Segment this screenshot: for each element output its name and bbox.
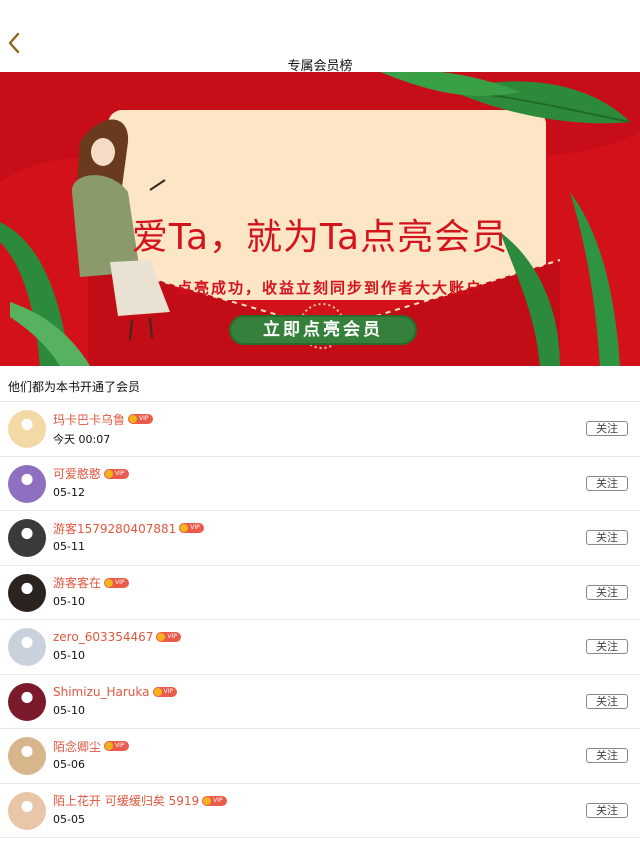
crown-icon <box>203 796 212 805</box>
follow-button[interactable]: 关注 <box>586 584 628 600</box>
member-name-line: 游客客在 VIP <box>53 574 129 592</box>
vip-badge: VIP <box>128 414 153 424</box>
member-name-line: 可爱憨憨 VIP <box>53 465 129 483</box>
vip-badge: VIP <box>104 741 129 751</box>
member-name[interactable]: 游客客在 <box>53 574 101 591</box>
member-date: 05-10 <box>53 594 85 608</box>
member-date: 05-12 <box>53 485 85 499</box>
banner-headline: 爱Ta，就为Ta点亮会员 <box>131 217 509 258</box>
vip-label: VIP <box>115 578 125 586</box>
vip-badge: VIP <box>179 523 204 533</box>
member-date: 05-11 <box>53 540 85 553</box>
follow-button[interactable]: 关注 <box>586 639 628 654</box>
member-name[interactable]: zero_603354467 <box>53 630 153 644</box>
crown-icon <box>180 524 189 532</box>
member-name[interactable]: 陌念卿尘 <box>53 738 101 755</box>
member-date: 今天 00:07 <box>53 433 111 446</box>
back-button[interactable] <box>4 30 26 56</box>
vip-label: VIP <box>115 469 125 477</box>
member-name-line: 陌念卿尘 VIP <box>53 737 129 755</box>
vip-badge: VIP <box>104 468 129 479</box>
chevron-left-icon <box>8 32 20 54</box>
vip-label: VIP <box>163 687 174 695</box>
crown-icon <box>105 742 114 750</box>
vip-badge: VIP <box>202 795 227 806</box>
vip-badge: VIP <box>156 632 181 642</box>
member-list: 玛卡巴卡乌鲁 VIP 今天 00:07 关注 可爱憨憨 VIP 05-12 关注… <box>0 402 640 838</box>
crown-icon <box>105 578 114 587</box>
member-row[interactable]: 可爱憨憨 VIP 05-12 关注 <box>0 457 640 511</box>
banner-subtitle: 点亮成功，收益立刻同步到作者大大账户 <box>176 279 483 297</box>
member-name-line: 玛卡巴卡乌鲁 VIP <box>53 410 153 428</box>
crown-icon <box>129 415 138 423</box>
follow-button[interactable]: 关注 <box>586 693 628 709</box>
avatar[interactable] <box>8 519 46 557</box>
member-date: 05-10 <box>53 703 85 717</box>
follow-button[interactable]: 关注 <box>586 475 628 491</box>
member-date: 05-10 <box>53 649 85 662</box>
member-name-line: 游客1579280407881 VIP <box>53 519 204 537</box>
avatar[interactable] <box>8 464 46 503</box>
member-name[interactable]: Shimizu_Haruka <box>53 685 150 699</box>
member-row[interactable]: zero_603354467 VIP 05-10 关注 <box>0 620 640 675</box>
avatar[interactable] <box>8 791 46 830</box>
avatar[interactable] <box>8 682 46 721</box>
member-row[interactable]: 游客1579280407881 VIP 05-11 关注 <box>0 511 640 566</box>
member-row[interactable]: 游客客在 VIP 05-10 关注 <box>0 566 640 620</box>
crown-icon <box>153 687 162 696</box>
member-row[interactable]: 陌上花开 可缓缓归矣 5919 VIP 05-05 关注 <box>0 784 640 838</box>
vip-badge: VIP <box>152 686 177 697</box>
member-date: 05-05 <box>53 812 85 826</box>
promo-banner[interactable]: 爱Ta，就为Ta点亮会员 点亮成功，收益立刻同步到作者大大账户 立即点亮会员 <box>0 72 640 366</box>
vip-label: VIP <box>213 796 223 804</box>
vip-badge: VIP <box>104 577 129 588</box>
follow-button[interactable]: 关注 <box>586 802 628 818</box>
vip-label: VIP <box>139 415 149 422</box>
activate-membership-button[interactable]: 立即点亮会员 <box>229 315 417 345</box>
member-date: 05-06 <box>53 758 85 771</box>
avatar[interactable] <box>8 410 46 448</box>
section-title: 他们都为本书开通了会员 <box>0 372 640 402</box>
member-row[interactable]: 玛卡巴卡乌鲁 VIP 今天 00:07 关注 <box>0 402 640 457</box>
member-name-line: 陌上花开 可缓缓归矣 5919 VIP <box>53 792 227 810</box>
member-name[interactable]: 游客1579280407881 <box>53 520 176 537</box>
avatar[interactable] <box>8 628 46 666</box>
member-name-line: Shimizu_Haruka VIP <box>53 683 177 701</box>
member-row[interactable]: 陌念卿尘 VIP 05-06 关注 <box>0 729 640 784</box>
avatar[interactable] <box>8 573 46 612</box>
member-name-line: zero_603354467 VIP <box>53 628 181 646</box>
avatar[interactable] <box>8 737 46 775</box>
vip-label: VIP <box>190 524 200 531</box>
member-name[interactable]: 可爱憨憨 <box>53 465 101 482</box>
vip-label: VIP <box>167 633 177 640</box>
vip-label: VIP <box>115 742 125 749</box>
crown-icon <box>157 633 166 641</box>
follow-button[interactable]: 关注 <box>586 421 628 436</box>
member-name[interactable]: 陌上花开 可缓缓归矣 5919 <box>53 792 199 809</box>
top-bar: 专属会员榜 <box>0 0 640 74</box>
follow-button[interactable]: 关注 <box>586 748 628 763</box>
crown-icon <box>105 469 114 478</box>
member-row[interactable]: Shimizu_Haruka VIP 05-10 关注 <box>0 675 640 729</box>
member-name[interactable]: 玛卡巴卡乌鲁 <box>53 411 125 428</box>
follow-button[interactable]: 关注 <box>586 530 628 545</box>
